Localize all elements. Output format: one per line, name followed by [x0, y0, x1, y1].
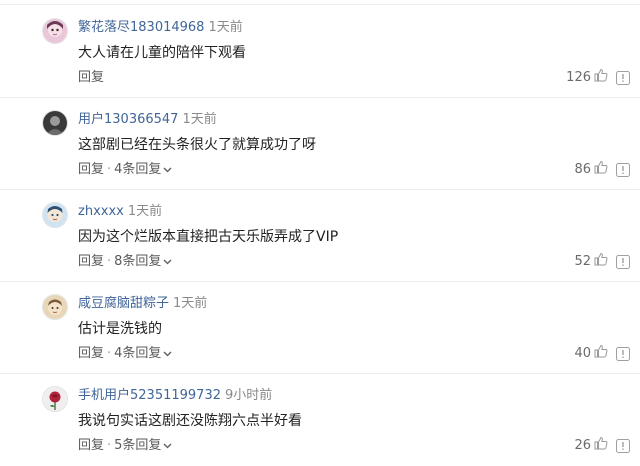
reply-button[interactable]: 回复	[78, 70, 104, 86]
comment-actions: 回复 · 8条回复	[78, 254, 172, 270]
report-icon[interactable]	[616, 70, 630, 85]
comment-time: 1天前	[173, 296, 208, 311]
like-button[interactable]: 52	[574, 252, 608, 270]
chevron-down-icon	[163, 254, 172, 270]
comment-item: zhxxxx 1天前 因为这个烂版本直接把古天乐版弄成了VIP 回复 · 8条回复…	[0, 190, 640, 282]
comment-time: 1天前	[208, 20, 243, 35]
report-icon[interactable]	[616, 254, 630, 269]
like-button[interactable]: 86	[574, 160, 608, 178]
comment-time: 1天前	[182, 112, 217, 127]
like-count: 86	[574, 161, 591, 177]
like-count: 52	[574, 253, 591, 269]
chevron-down-icon	[163, 346, 172, 362]
report-icon[interactable]	[616, 162, 630, 177]
replies-count-label: 4条回复	[114, 346, 162, 361]
top-divider	[0, 4, 640, 5]
report-icon[interactable]	[616, 346, 630, 361]
report-icon[interactable]	[616, 438, 630, 453]
comment-actions: 回复	[78, 70, 104, 86]
replies-count-label: 8条回复	[114, 254, 162, 269]
like-button[interactable]: 40	[574, 344, 608, 362]
thumbs-up-icon[interactable]	[594, 436, 608, 454]
view-replies-button[interactable]: 4条回复	[114, 162, 172, 178]
comment-text: 因为这个烂版本直接把古天乐版弄成了VIP	[78, 229, 339, 245]
replies-count-label: 5条回复	[114, 438, 162, 453]
view-replies-button[interactable]: 8条回复	[114, 254, 172, 270]
view-replies-button[interactable]: 4条回复	[114, 346, 172, 362]
thumbs-up-icon[interactable]	[594, 252, 608, 270]
comment-actions: 回复 · 5条回复	[78, 438, 172, 454]
comment-text: 估计是洗钱的	[78, 321, 162, 337]
reply-button[interactable]: 回复	[78, 346, 104, 362]
avatar-cartoon-icon[interactable]	[42, 202, 68, 228]
comment-time: 9小时前	[224, 388, 273, 403]
chevron-down-icon	[163, 162, 172, 178]
comment-item: 繁花落尽183014968 1天前 大人请在儿童的陪伴下观看 回复 126	[0, 6, 640, 98]
username-link[interactable]: 咸豆腐脑甜粽子	[78, 296, 169, 311]
view-replies-button[interactable]: 5条回复	[114, 438, 172, 454]
comment-item: 咸豆腐脑甜粽子 1天前 估计是洗钱的 回复 · 4条回复 40	[0, 282, 640, 374]
avatar-dark-icon[interactable]	[42, 110, 68, 136]
comment-text: 这部剧已经在头条很火了就算成功了呀	[78, 137, 316, 153]
like-count: 26	[574, 437, 591, 453]
like-button[interactable]: 26	[574, 436, 608, 454]
comment-meta: 用户130366547 1天前	[78, 112, 217, 128]
comment-item: 手机用户52351199732 9小时前 我说句实话这剧还没陈翔六点半好看 回复 …	[0, 374, 640, 466]
comment-time: 1天前	[127, 204, 163, 219]
like-count: 40	[574, 345, 591, 361]
like-count: 126	[566, 69, 591, 85]
username-link[interactable]: 手机用户52351199732	[78, 388, 221, 403]
comment-actions: 回复 · 4条回复	[78, 346, 172, 362]
separator-dot: ·	[107, 162, 112, 177]
thumbs-up-icon[interactable]	[594, 344, 608, 362]
thumbs-up-icon[interactable]	[594, 160, 608, 178]
reply-button[interactable]: 回复	[78, 438, 104, 454]
thumbs-up-icon[interactable]	[594, 68, 608, 86]
reply-button[interactable]: 回复	[78, 254, 104, 270]
avatar-girl-icon[interactable]	[42, 18, 68, 44]
chevron-down-icon	[163, 438, 172, 454]
comment-item: 用户130366547 1天前 这部剧已经在头条很火了就算成功了呀 回复 · 4条…	[0, 98, 640, 190]
separator-dot: ·	[107, 346, 112, 361]
separator-dot: ·	[107, 254, 112, 269]
comment-text: 我说句实话这剧还没陈翔六点半好看	[78, 413, 302, 429]
username-link[interactable]: 用户130366547	[78, 112, 178, 127]
reply-button[interactable]: 回复	[78, 162, 104, 178]
comment-text: 大人请在儿童的陪伴下观看	[78, 45, 246, 61]
comment-meta: 咸豆腐脑甜粽子 1天前	[78, 296, 207, 312]
like-button[interactable]: 126	[566, 68, 608, 86]
comment-meta: 手机用户52351199732 9小时前	[78, 388, 272, 404]
separator-dot: ·	[107, 438, 112, 453]
replies-count-label: 4条回复	[114, 162, 162, 177]
avatar-child-icon[interactable]	[42, 294, 68, 320]
avatar-rose-icon[interactable]	[42, 386, 68, 412]
username-link[interactable]: zhxxxx	[78, 204, 124, 219]
comment-meta: 繁花落尽183014968 1天前	[78, 20, 243, 36]
comment-actions: 回复 · 4条回复	[78, 162, 172, 178]
username-link[interactable]: 繁花落尽183014968	[78, 20, 204, 35]
comment-meta: zhxxxx 1天前	[78, 204, 162, 220]
